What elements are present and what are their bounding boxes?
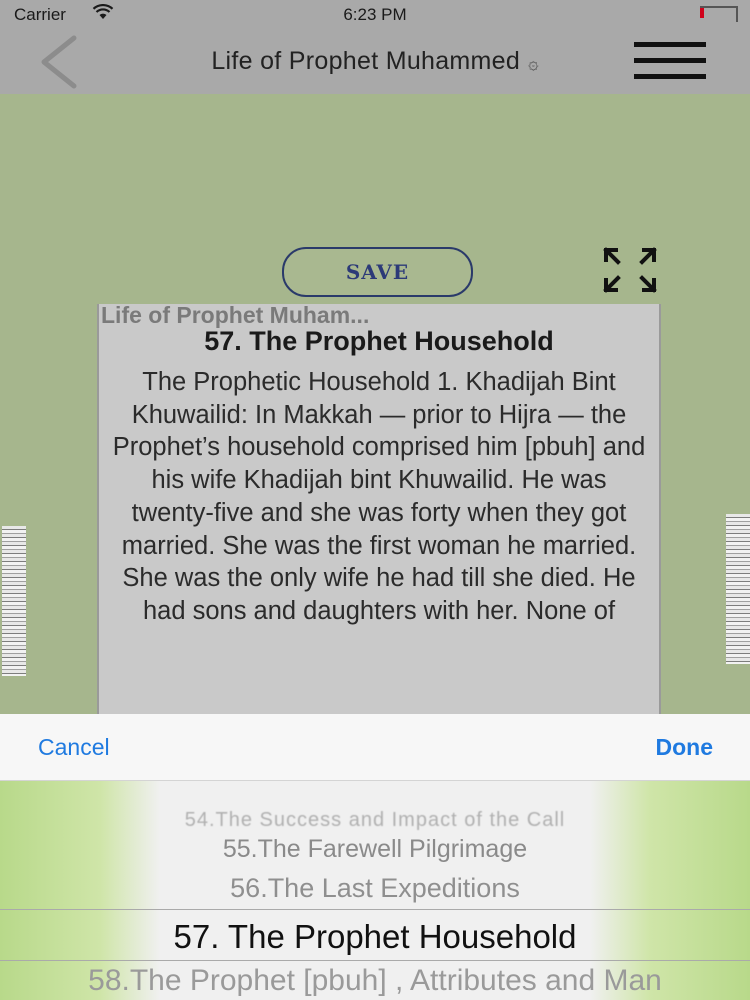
picker-option[interactable]: 55.The Farewell Pilgrimage xyxy=(0,835,750,864)
screen: Carrier 6:23 PM Life of Prophet Muhammed… xyxy=(0,0,750,1000)
picker-toolbar: Cancel Done xyxy=(0,714,750,781)
picker-option[interactable]: 56.The Last Expeditions xyxy=(0,873,750,904)
content-area: SAVE Life of Prophet Muham... 57. The Pr… xyxy=(0,94,750,714)
prev-page-thumbnail[interactable] xyxy=(2,526,26,676)
picker-option-selected[interactable]: 57. The Prophet Household xyxy=(0,918,750,956)
status-bar: Carrier 6:23 PM xyxy=(0,0,750,30)
done-button[interactable]: Done xyxy=(656,734,714,761)
picker-option[interactable]: 54.The Success and Impact of the Call xyxy=(0,809,750,832)
nav-bar: Life of Prophet Muhammed ۞ xyxy=(0,30,750,94)
save-button[interactable]: SAVE xyxy=(282,247,473,297)
chapter-title: 57. The Prophet Household xyxy=(204,326,554,356)
hamburger-icon[interactable] xyxy=(634,40,708,84)
book-page[interactable]: Life of Prophet Muham... 57. The Prophet… xyxy=(97,304,661,714)
expand-arrows-icon[interactable] xyxy=(602,246,658,294)
selection-divider xyxy=(0,960,750,961)
ornament-icon: ۞ xyxy=(528,53,539,73)
chapter-picker-sheet: Cancel Done 54.The Success and Impact of… xyxy=(0,714,750,1000)
chapter-picker[interactable]: 54.The Success and Impact of the Call 55… xyxy=(0,781,750,1000)
selection-divider xyxy=(0,909,750,910)
next-page-thumbnail[interactable] xyxy=(726,514,750,664)
battery-icon xyxy=(700,6,738,22)
picker-option[interactable]: 58.The Prophet [pbuh] , Attributes and M… xyxy=(0,964,750,998)
cancel-button[interactable]: Cancel xyxy=(38,734,110,761)
chapter-body: The Prophetic Household 1. Khadijah Bint… xyxy=(112,368,646,625)
clock: 6:23 PM xyxy=(343,5,407,24)
title-text: Life of Prophet Muhammed xyxy=(211,47,521,75)
